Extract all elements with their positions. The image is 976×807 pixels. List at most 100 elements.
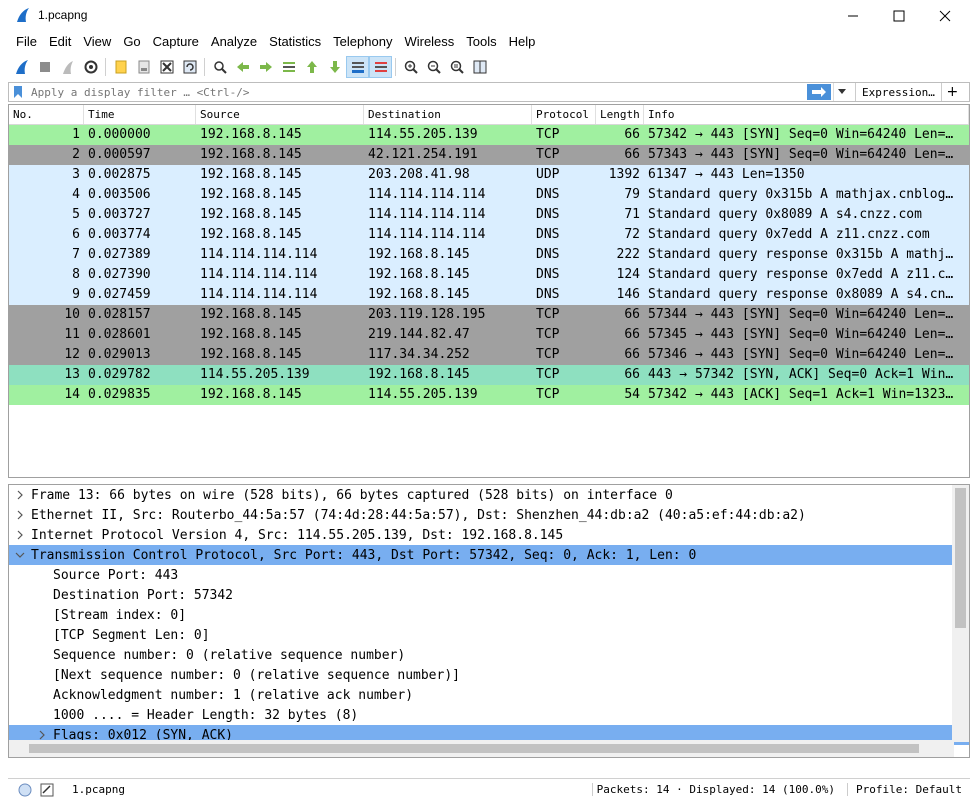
find-packet-button[interactable] [208, 56, 231, 78]
column-header-source[interactable]: Source [196, 105, 364, 124]
column-header-no[interactable]: No. [9, 105, 84, 124]
packet-row[interactable]: 1 0.000000 192.168.8.145 114.55.205.139 TCP 6… [9, 125, 969, 145]
stop-capture-button[interactable] [33, 56, 56, 78]
packet-row[interactable]: 6 0.003774 192.168.8.145 114.114.114.114 DNS… [9, 225, 969, 245]
arrow-left-icon [236, 62, 249, 72]
details-tree-item[interactable]: Source Port: 443 [9, 565, 969, 585]
scrollbar-thumb[interactable] [955, 488, 966, 628]
reload-button[interactable] [178, 56, 201, 78]
packet-row[interactable]: 12 0.029013 192.168.8.145 117.34.34.252 TCP 6… [9, 345, 969, 365]
details-tree-item[interactable]: Sequence number: 0 (relative sequence nu… [9, 645, 969, 665]
zoom-in-icon [404, 60, 418, 74]
packet-cell-dst: 203.208.41.98 [368, 167, 470, 182]
filter-bookmark-button[interactable] [9, 83, 27, 101]
packet-row[interactable]: 8 0.027390 114.114.114.114 192.168.8.145 DNS… [9, 265, 969, 285]
packet-row[interactable]: 14 0.029835 192.168.8.145 114.55.205.139 TCP… [9, 385, 969, 405]
packet-row[interactable]: 2 0.000597 192.168.8.145 42.121.254.191 TCP 6… [9, 145, 969, 165]
menu-tools[interactable]: Tools [460, 31, 502, 53]
details-tree-item[interactable]: Ethernet II, Src: Routerbo_44:5a:57 (74:… [9, 505, 969, 525]
add-filter-button[interactable]: + [940, 83, 963, 101]
close-button[interactable] [922, 0, 968, 31]
menu-file[interactable]: File [10, 31, 43, 53]
packet-cell-dst: 114.114.114.114 [368, 187, 486, 202]
column-header-destination[interactable]: Destination [364, 105, 532, 124]
menu-edit[interactable]: Edit [43, 31, 77, 53]
details-tree-item[interactable]: Acknowledgment number: 1 (relative ack n… [9, 685, 969, 705]
packet-row[interactable]: 10 0.028157 192.168.8.145 203.119.128.195 TC… [9, 305, 969, 325]
details-horizontal-scrollbar[interactable] [9, 740, 954, 757]
chevron-right-icon[interactable] [9, 490, 31, 500]
menu-analyze[interactable]: Analyze [205, 31, 263, 53]
packet-cell-no: 10 [64, 307, 80, 322]
apply-filter-button[interactable] [807, 84, 831, 100]
start-capture-button[interactable] [10, 56, 33, 78]
packet-cell-len: 71 [624, 207, 640, 222]
capture-options-button[interactable] [79, 56, 102, 78]
packet-cell-proto: DNS [536, 187, 560, 202]
packet-row[interactable]: 3 0.002875 192.168.8.145 203.208.41.98 UDP 13… [9, 165, 969, 185]
column-header-protocol[interactable]: Protocol [532, 105, 596, 124]
details-tree-item[interactable]: [Next sequence number: 0 (relative seque… [9, 665, 969, 685]
zoom-normal-button[interactable] [445, 56, 468, 78]
packet-row[interactable]: 13 0.029782 114.55.205.139 192.168.8.145 TCP… [9, 365, 969, 385]
packet-cell-proto: TCP [536, 367, 560, 382]
details-tree-item[interactable]: 1000 .... = Header Length: 32 bytes (8) [9, 705, 969, 725]
minimize-button[interactable] [830, 0, 876, 31]
go-first-button[interactable] [300, 56, 323, 78]
packet-row[interactable]: 4 0.003506 192.168.8.145 114.114.114.114 DNS… [9, 185, 969, 205]
reload-icon [183, 60, 196, 74]
details-tree-item[interactable]: Transmission Control Protocol, Src Port:… [9, 545, 969, 565]
go-to-packet-button[interactable] [277, 56, 300, 78]
menu-go[interactable]: Go [117, 31, 146, 53]
autoscroll-button[interactable] [346, 56, 369, 78]
column-header-time[interactable]: Time [84, 105, 196, 124]
packet-details-tree: Frame 13: 66 bytes on wire (528 bits), 6… [9, 485, 969, 745]
packet-cell-src: 114.114.114.114 [200, 287, 318, 302]
go-last-button[interactable] [323, 56, 346, 78]
menu-statistics[interactable]: Statistics [263, 31, 327, 53]
packet-row[interactable]: 7 0.027389 114.114.114.114 192.168.8.145 DNS… [9, 245, 969, 265]
menu-wireless[interactable]: Wireless [398, 31, 460, 53]
packet-row[interactable]: 5 0.003727 192.168.8.145 114.114.114.114 DNS… [9, 205, 969, 225]
packet-cell-len: 54 [624, 387, 640, 402]
menu-telephony[interactable]: Telephony [327, 31, 398, 53]
packet-cell-dst: 114.114.114.114 [368, 227, 486, 242]
zoom-out-button[interactable] [422, 56, 445, 78]
packet-cell-len: 222 [616, 247, 640, 262]
go-back-button[interactable] [231, 56, 254, 78]
details-tree-item[interactable]: Frame 13: 66 bytes on wire (528 bits), 6… [9, 485, 969, 505]
edit-comment-icon[interactable] [40, 783, 54, 797]
packet-row[interactable]: 9 0.027459 114.114.114.114 192.168.8.145 DNS… [9, 285, 969, 305]
menu-view[interactable]: View [77, 31, 117, 53]
expression-button[interactable]: Expression… [855, 83, 941, 101]
save-file-button[interactable] [132, 56, 155, 78]
scrollbar-thumb[interactable] [29, 744, 919, 753]
colorize-button[interactable] [369, 56, 392, 78]
maximize-button[interactable] [876, 0, 922, 31]
details-tree-item[interactable]: [Stream index: 0] [9, 605, 969, 625]
display-filter-input[interactable] [27, 83, 805, 101]
go-forward-button[interactable] [254, 56, 277, 78]
packet-row[interactable]: 11 0.028601 192.168.8.145 219.144.82.47 TCP 6… [9, 325, 969, 345]
chevron-right-icon[interactable] [9, 510, 31, 520]
main-toolbar [0, 53, 976, 81]
open-file-button[interactable] [109, 56, 132, 78]
restart-capture-button[interactable] [56, 56, 79, 78]
details-tree-label: Frame 13: 66 bytes on wire (528 bits), 6… [31, 487, 673, 503]
filter-history-dropdown[interactable] [833, 83, 849, 101]
menu-help[interactable]: Help [503, 31, 542, 53]
details-tree-item[interactable]: [TCP Segment Len: 0] [9, 625, 969, 645]
zoom-in-button[interactable] [399, 56, 422, 78]
details-vertical-scrollbar[interactable] [952, 485, 969, 742]
column-header-length[interactable]: Length [596, 105, 644, 124]
chevron-right-icon[interactable] [9, 530, 31, 540]
chevron-down-icon[interactable] [9, 550, 31, 560]
details-tree-item[interactable]: Destination Port: 57342 [9, 585, 969, 605]
status-profile[interactable]: Profile: Default [848, 783, 970, 796]
column-header-info[interactable]: Info [644, 105, 969, 124]
menu-capture[interactable]: Capture [147, 31, 205, 53]
chevron-right-icon[interactable] [31, 730, 53, 740]
close-file-button[interactable] [155, 56, 178, 78]
resize-columns-button[interactable] [468, 56, 491, 78]
details-tree-item[interactable]: Internet Protocol Version 4, Src: 114.55… [9, 525, 969, 545]
